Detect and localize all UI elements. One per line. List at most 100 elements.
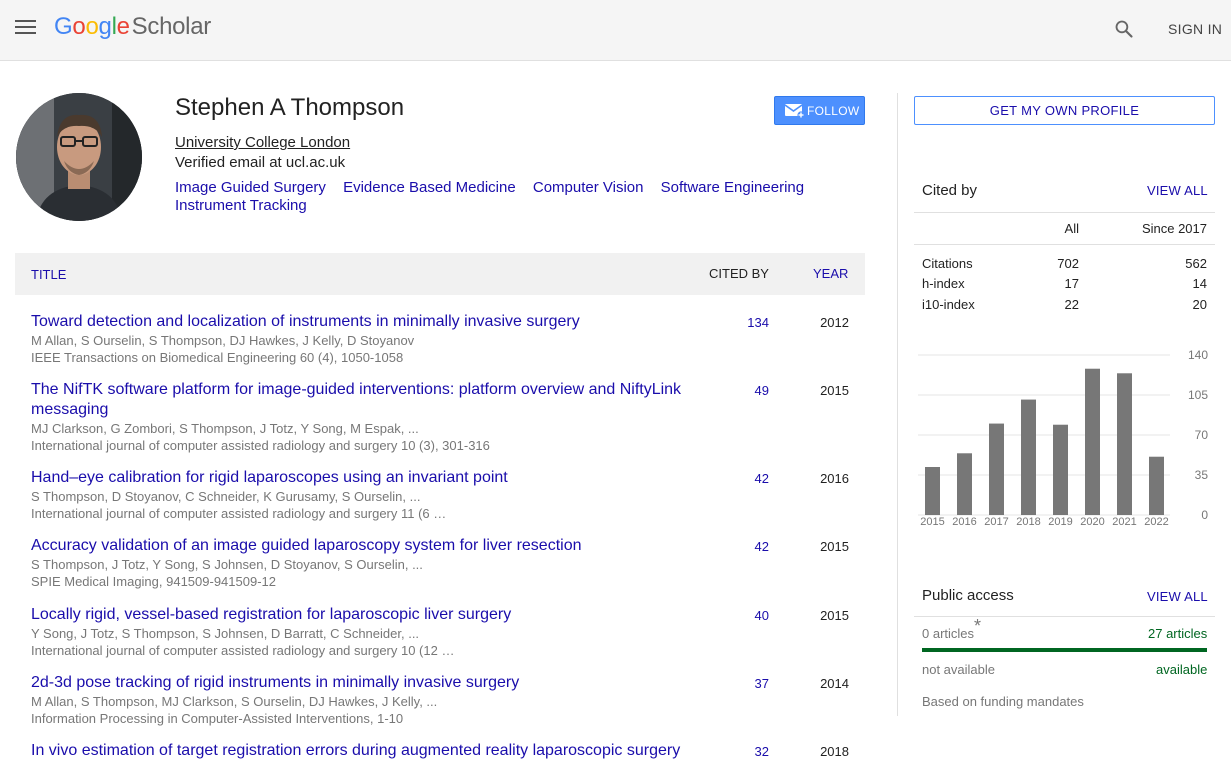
search-icon[interactable] <box>1114 19 1134 39</box>
article-authors: S Thompson, D Stoyanov, C Schneider, K G… <box>31 489 421 504</box>
sort-by-title[interactable]: TITLE <box>31 267 66 282</box>
citation-bar-2020[interactable] <box>1085 368 1100 515</box>
envelope-icon <box>785 104 805 119</box>
y-tick-label: 70 <box>1195 428 1209 442</box>
stat-since: 20 <box>1192 297 1207 312</box>
article-title[interactable]: Locally rigid, vessel-based registration… <box>31 605 711 625</box>
sign-in-link[interactable]: SIGN IN <box>1168 21 1222 37</box>
table-row: Accuracy validation of an image guided l… <box>31 536 861 590</box>
col-since: Since 2017 <box>1141 221 1207 236</box>
y-tick-label: 140 <box>1188 348 1208 362</box>
citation-bar-2017[interactable] <box>989 423 1004 515</box>
article-venue: Information Processing in Computer-Assis… <box>31 711 404 726</box>
x-tick-label: 2018 <box>1016 516 1040 528</box>
article-authors: M Allan, S Ourselin, S Thompson, DJ Hawk… <box>31 333 415 348</box>
stat-row-i10-index: i10-index 22 20 <box>922 297 1207 313</box>
funding-mandates-note: Based on funding mandates <box>922 694 1084 709</box>
available-count: 27 articles <box>1148 626 1208 641</box>
not-available-label: not available <box>922 662 995 677</box>
stat-label[interactable]: h-index <box>922 276 965 291</box>
not-available-count: 0 articles <box>922 626 975 641</box>
x-tick-label: 2020 <box>1080 516 1104 528</box>
x-tick-label: 2015 <box>920 516 944 528</box>
research-interests: Image Guided Surgery Evidence Based Medi… <box>175 179 835 215</box>
sort-by-cited[interactable]: CITED BY <box>709 266 769 281</box>
article-authors: S Thompson, J Totz, Y Song, S Johnsen, D… <box>31 557 423 572</box>
table-row: 2d-3d pose tracking of rigid instruments… <box>31 673 861 727</box>
table-row: The NifTK software platform for image-gu… <box>31 380 861 454</box>
stat-all: 17 <box>1064 276 1079 291</box>
stat-row-citations: Citations 702 562 <box>922 256 1207 272</box>
available-label: available <box>1156 662 1208 677</box>
interest-link[interactable]: Evidence Based Medicine <box>343 179 516 196</box>
divider <box>914 212 1215 213</box>
citation-bar-2022[interactable] <box>1149 456 1164 515</box>
citation-bar-2016[interactable] <box>957 453 972 515</box>
citation-bar-2015[interactable] <box>925 467 940 515</box>
cited-count[interactable]: 49 <box>707 383 769 398</box>
cited-by-title: Cited by <box>922 182 978 199</box>
article-year: 2015 <box>820 539 849 554</box>
cited-count[interactable]: 32 <box>707 744 769 759</box>
stat-since: 562 <box>1185 256 1207 271</box>
table-row: Locally rigid, vessel-based registration… <box>31 605 861 659</box>
article-title[interactable]: In vivo estimation of target registratio… <box>31 741 711 761</box>
citation-bar-2019[interactable] <box>1053 424 1068 515</box>
article-venue: International journal of computer assist… <box>31 643 455 658</box>
cited-by-view-all[interactable]: VIEW ALL <box>1147 183 1208 198</box>
y-tick-label: 35 <box>1195 468 1209 482</box>
citation-bar-2018[interactable] <box>1021 399 1036 515</box>
follow-button[interactable]: FOLLOW <box>774 96 865 125</box>
stat-since: 14 <box>1192 276 1207 291</box>
verified-email: Verified email at ucl.ac.uk <box>175 154 346 171</box>
article-title[interactable]: Toward detection and localization of ins… <box>31 312 711 332</box>
stat-label[interactable]: i10-index <box>922 297 975 312</box>
article-authors: MJ Clarkson, G Zombori, S Thompson, J To… <box>31 421 419 436</box>
article-venue: International journal of computer assist… <box>31 506 447 521</box>
sort-by-year[interactable]: YEAR <box>813 266 848 281</box>
article-title[interactable]: 2d-3d pose tracking of rigid instruments… <box>31 673 711 693</box>
logo-scholar: Scholar <box>131 13 212 40</box>
cited-count[interactable]: 37 <box>707 676 769 691</box>
interest-link[interactable]: Instrument Tracking <box>175 197 307 214</box>
google-scholar-logo[interactable]: GoogleScholar <box>54 13 211 41</box>
interest-link[interactable]: Computer Vision <box>533 179 644 196</box>
table-row: Hand–eye calibration for rigid laparosco… <box>31 468 861 522</box>
citations-bar-chart: 140 105 70 35 0 2015 2016 2017 2018 2019 2020 2021 2… <box>918 348 1209 528</box>
y-tick-label: 0 <box>1201 508 1208 522</box>
x-tick-label: 2019 <box>1048 516 1072 528</box>
article-authors: M Allan, S Thompson, MJ Clarkson, S Ours… <box>31 694 438 709</box>
cited-count[interactable]: 134 <box>707 315 769 330</box>
article-title[interactable]: Hand–eye calibration for rigid laparosco… <box>31 468 711 488</box>
article-year: 2015 <box>820 383 849 398</box>
article-title[interactable]: Accuracy validation of an image guided l… <box>31 536 711 556</box>
citation-bar-2021[interactable] <box>1117 373 1132 515</box>
x-tick-label: 2021 <box>1112 516 1136 528</box>
column-divider <box>897 93 898 716</box>
article-year: 2012 <box>820 315 849 330</box>
article-venue: SPIE Medical Imaging, 941509-941509-12 <box>31 574 276 589</box>
article-year: 2014 <box>820 676 849 691</box>
articles-table-header: TITLE CITED BY YEAR <box>15 253 865 295</box>
stat-all: 702 <box>1057 256 1079 271</box>
cited-count[interactable]: 42 <box>707 539 769 554</box>
get-my-own-profile-button[interactable]: GET MY OWN PROFILE <box>914 96 1215 125</box>
stat-all: 22 <box>1064 297 1079 312</box>
divider <box>914 244 1215 245</box>
divider <box>914 616 1215 617</box>
article-venue: International journal of computer assist… <box>31 438 490 453</box>
x-tick-label: 2022 <box>1144 516 1168 528</box>
article-year: 2018 <box>820 744 849 759</box>
hamburger-menu-icon[interactable] <box>15 20 36 36</box>
col-all: All <box>1064 221 1079 236</box>
article-title[interactable]: The NifTK software platform for image-gu… <box>31 380 711 420</box>
interest-link[interactable]: Image Guided Surgery <box>175 179 326 196</box>
x-tick-label: 2016 <box>952 516 976 528</box>
interest-link[interactable]: Software Engineering <box>661 179 804 196</box>
public-access-view-all[interactable]: VIEW ALL <box>1147 589 1208 604</box>
follow-label: FOLLOW <box>807 104 860 118</box>
stat-label[interactable]: Citations <box>922 256 973 271</box>
affiliation-link[interactable]: University College London <box>175 134 350 151</box>
cited-count[interactable]: 42 <box>707 471 769 486</box>
cited-count[interactable]: 40 <box>707 608 769 623</box>
